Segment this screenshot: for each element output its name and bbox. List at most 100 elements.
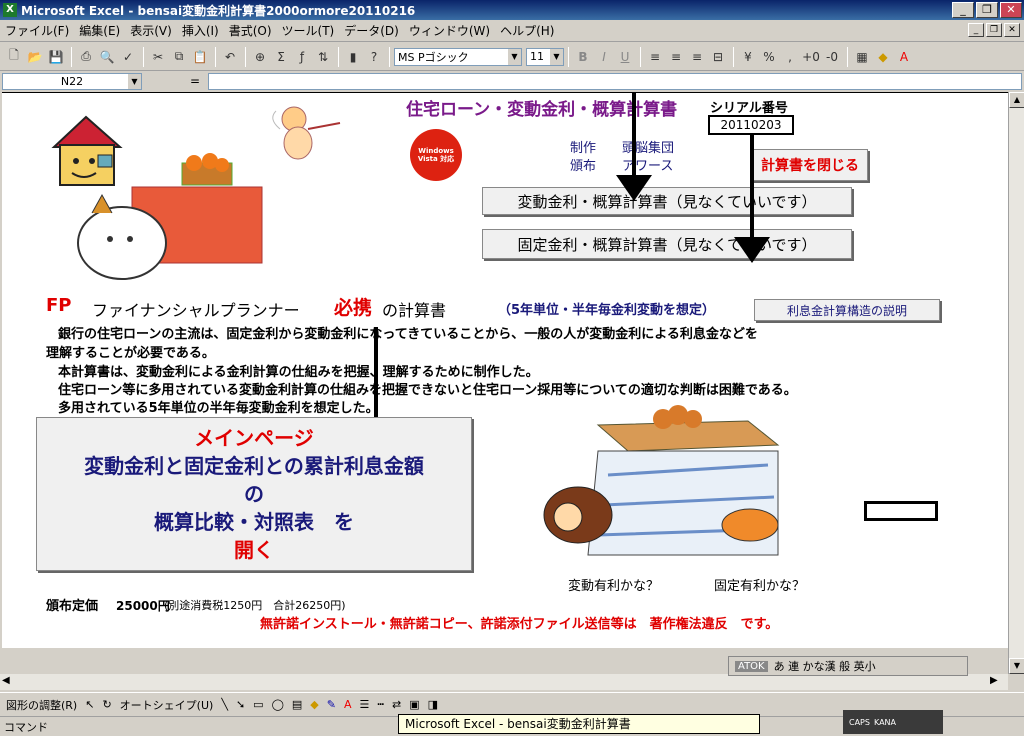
print-icon[interactable]: ⎙ <box>76 47 96 67</box>
fill-color-icon[interactable]: ◆ <box>310 698 318 711</box>
menu-tools[interactable]: ツール(T) <box>277 22 340 39</box>
decrease-decimal-icon[interactable]: -0 <box>822 47 842 67</box>
dash-style-icon[interactable]: ┅ <box>377 698 384 711</box>
formula-input[interactable] <box>208 72 1022 90</box>
arrow-tool-icon[interactable]: ➘ <box>236 698 245 711</box>
borders-icon[interactable]: ▦ <box>852 47 872 67</box>
horizontal-scrollbar[interactable]: ◀ ▶ <box>0 674 1008 690</box>
structure-explain-button[interactable]: 利息金計算構造の説明 <box>754 299 940 321</box>
menu-help[interactable]: ヘルプ(H) <box>495 22 559 39</box>
font-size-select[interactable]: 11 ▼ <box>526 47 564 66</box>
undo-icon[interactable]: ↶ <box>220 47 240 67</box>
hyperlink-icon[interactable]: ⊕ <box>250 47 270 67</box>
chevron-down-icon[interactable]: ▼ <box>550 48 563 65</box>
fixed-rate-calc-button[interactable]: 固定金利・概算計算書（見なくていいです） <box>482 229 852 259</box>
align-center-icon[interactable]: ≡ <box>666 47 686 67</box>
main-page-title: メインページ <box>194 426 314 450</box>
fill-color-icon[interactable]: ◆ <box>873 47 893 67</box>
serial-field[interactable]: 20110203 <box>708 115 794 135</box>
caption-fixed: 固定有利かな？ <box>714 579 806 594</box>
standard-toolbar: 🗋 📂 💾 ⎙ 🔍 ✓ ✂ ⧉ 📋 ↶ ⊕ Σ ƒ ⇅ ▮ ? MS Pゴシック… <box>0 43 1024 71</box>
doc-minimize-button[interactable]: _ <box>968 23 984 37</box>
worksheet[interactable]: Windows Vista 対応 住宅ローン・変動金利・概算計算書 シリアル番号… <box>2 92 1008 648</box>
menu-edit[interactable]: 編集(E) <box>74 22 125 39</box>
menu-insert[interactable]: 挿入(I) <box>177 22 224 39</box>
caps-kana-indicator: CAPS KANA <box>843 710 943 734</box>
down-arrow-icon <box>616 93 652 201</box>
function-icon[interactable]: ƒ <box>292 47 312 67</box>
autosum-icon[interactable]: Σ <box>271 47 291 67</box>
menu-view[interactable]: 表示(V) <box>125 22 177 39</box>
vertical-scrollbar[interactable]: ▲ ▼ <box>1008 92 1024 674</box>
new-icon[interactable]: 🗋 <box>4 47 24 67</box>
minimize-button[interactable]: _ <box>952 2 974 18</box>
autoshape-menu[interactable]: オートシェイプ(U) <box>120 697 214 713</box>
scroll-right-icon[interactable]: ▶ <box>990 675 998 686</box>
cut-icon[interactable]: ✂ <box>148 47 168 67</box>
textbox-icon[interactable]: ▤ <box>292 698 302 711</box>
atok-label[interactable]: ATOK <box>735 660 768 672</box>
name-box[interactable]: N22 ▼ <box>2 72 142 90</box>
select-pointer-icon[interactable]: ↖ <box>85 698 94 711</box>
arrow-style-icon[interactable]: ⇄ <box>392 698 401 711</box>
credit-distributor: 頒布 アワース <box>570 159 674 174</box>
spellcheck-icon[interactable]: ✓ <box>118 47 138 67</box>
menu-data[interactable]: データ(D) <box>339 22 404 39</box>
align-right-icon[interactable]: ≡ <box>687 47 707 67</box>
close-calc-button[interactable]: 計算書を閉じる <box>752 149 868 181</box>
percent-icon[interactable]: % <box>759 47 779 67</box>
increase-decimal-icon[interactable]: +0 <box>801 47 821 67</box>
chevron-down-icon[interactable]: ▼ <box>508 48 521 65</box>
copy-icon[interactable]: ⧉ <box>169 47 189 67</box>
font-name-select[interactable]: MS Pゴシック ▼ <box>394 47 522 66</box>
font-color-icon[interactable]: A <box>344 698 352 711</box>
paste-icon[interactable]: 📋 <box>190 47 210 67</box>
line-color-icon[interactable]: ✎ <box>327 698 336 711</box>
restore-button[interactable]: ❐ <box>976 2 998 18</box>
line-icon[interactable]: ╲ <box>221 698 228 711</box>
menu-format[interactable]: 書式(O) <box>224 22 277 39</box>
close-button[interactable]: ✕ <box>1000 2 1022 18</box>
rotate-icon[interactable]: ↻ <box>102 698 111 711</box>
bold-icon[interactable]: B <box>573 47 593 67</box>
selected-cell[interactable] <box>864 501 938 521</box>
variable-rate-calc-button[interactable]: 変動金利・概算計算書（見なくていいです） <box>482 187 852 215</box>
rectangle-icon[interactable]: ▭ <box>253 698 263 711</box>
3d-icon[interactable]: ◨ <box>428 698 438 711</box>
menu-window[interactable]: ウィンドウ(W) <box>404 22 495 39</box>
italic-icon[interactable]: I <box>594 47 614 67</box>
font-color-icon[interactable]: A <box>894 47 914 67</box>
line-style-icon[interactable]: ☰ <box>360 698 370 711</box>
main-page-line-4: 概算比較・対照表 を <box>154 510 354 534</box>
ime-mode-items[interactable]: あ 連 かな漢 般 英小 <box>774 658 876 674</box>
five-year-note: （5年単位・半年毎金利変動を想定） <box>498 303 716 318</box>
save-icon[interactable]: 💾 <box>46 47 66 67</box>
scroll-down-icon[interactable]: ▼ <box>1009 658 1024 674</box>
doc-close-button[interactable]: ✕ <box>1004 23 1020 37</box>
open-icon[interactable]: 📂 <box>25 47 45 67</box>
help-icon[interactable]: ? <box>364 47 384 67</box>
currency-icon[interactable]: ¥ <box>738 47 758 67</box>
main-page-line-2: 変動金利と固定金利との累計利息金額 <box>84 454 424 478</box>
doc-restore-button[interactable]: ❐ <box>986 23 1002 37</box>
scroll-up-icon[interactable]: ▲ <box>1009 92 1024 108</box>
scroll-left-icon[interactable]: ◀ <box>2 675 10 686</box>
name-box-value: N22 <box>60 74 84 88</box>
oval-icon[interactable]: ◯ <box>272 698 284 711</box>
align-left-icon[interactable]: ≡ <box>645 47 665 67</box>
ime-toolbar: ATOK あ 連 かな漢 般 英小 <box>728 656 968 676</box>
price-label: 頒布定価 <box>46 599 99 614</box>
chart-icon[interactable]: ▮ <box>343 47 363 67</box>
comma-icon[interactable]: , <box>780 47 800 67</box>
open-main-page-button[interactable]: メインページ 変動金利と固定金利との累計利息金額 の 概算比較・対照表 を 開く <box>36 417 472 571</box>
fp-label: FP <box>46 295 72 316</box>
credit-producer: 制作 頭脳集団 <box>570 141 675 156</box>
draw-adjust-menu[interactable]: 図形の調整(R) <box>6 697 77 713</box>
merge-center-icon[interactable]: ⊟ <box>708 47 728 67</box>
menu-file[interactable]: ファイル(F) <box>0 22 74 39</box>
sort-icon[interactable]: ⇅ <box>313 47 333 67</box>
underline-icon[interactable]: U <box>615 47 635 67</box>
shadow-icon[interactable]: ▣ <box>409 698 419 711</box>
print-preview-icon[interactable]: 🔍 <box>97 47 117 67</box>
chevron-down-icon[interactable]: ▼ <box>128 73 141 89</box>
